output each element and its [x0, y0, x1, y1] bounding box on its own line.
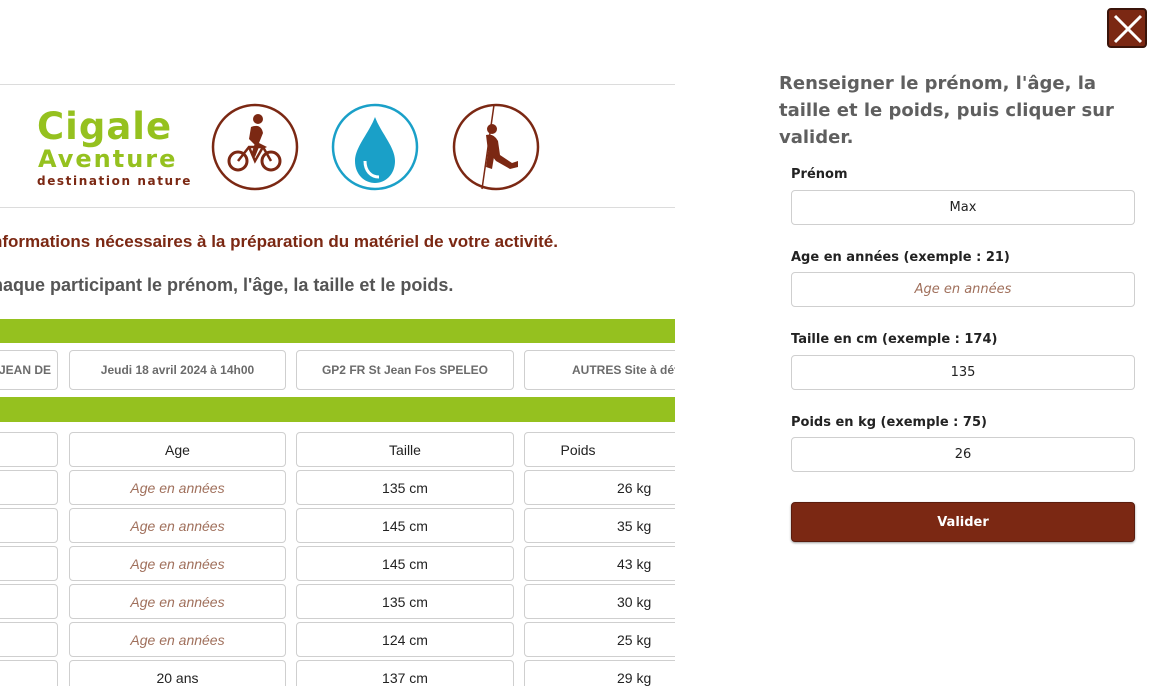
participant-age-cell[interactable]: 20 ans: [69, 660, 286, 686]
age-label: Age en années (exemple : 21): [791, 250, 1010, 265]
poids-input[interactable]: [791, 437, 1135, 472]
table-header-poids: Poids: [524, 432, 675, 467]
table-header-cell: [0, 432, 58, 467]
close-icon: [1113, 14, 1143, 44]
participant-poids-cell[interactable]: 35 kg: [524, 508, 675, 543]
divider: [0, 207, 675, 208]
participant-taille-cell[interactable]: 124 cm: [296, 622, 514, 657]
participant-name-cell[interactable]: [0, 470, 58, 505]
participant-taille-cell[interactable]: 145 cm: [296, 546, 514, 581]
section-bar: [0, 397, 675, 422]
section-bar: [0, 319, 675, 343]
participant-age-cell[interactable]: Age en années: [69, 546, 286, 581]
form-instructions: Renseigner le prénom, l'âge, la taille e…: [779, 73, 1114, 148]
participant-poids-cell[interactable]: 43 kg: [524, 546, 675, 581]
participants-page: Cigale Aventure destination nature nform…: [0, 0, 675, 686]
submit-button[interactable]: Valider: [791, 502, 1135, 542]
logo-name-line2: Aventure: [38, 145, 178, 173]
booking-date-cell: Jeudi 18 avril 2024 à 14h00: [69, 350, 286, 390]
participant-age-cell[interactable]: Age en années: [69, 470, 286, 505]
water-drop-icon: [331, 103, 419, 191]
participant-poids-cell[interactable]: 26 kg: [524, 470, 675, 505]
participant-taille-cell[interactable]: 145 cm: [296, 508, 514, 543]
participant-poids-cell[interactable]: 30 kg: [524, 584, 675, 619]
participant-taille-cell[interactable]: 137 cm: [296, 660, 514, 686]
booking-site-cell: AUTRES Site à défi: [524, 350, 675, 390]
poids-label: Poids en kg (exemple : 75): [791, 415, 987, 430]
cyclist-icon: [211, 103, 299, 191]
participant-poids-cell[interactable]: 29 kg: [524, 660, 675, 686]
info-title: nformations nécessaires à la préparation…: [0, 232, 558, 251]
divider: [0, 84, 675, 85]
logo-tagline: destination nature: [37, 174, 192, 188]
participant-name-cell[interactable]: [0, 660, 58, 686]
booking-name-cell: JEAN DE: [0, 350, 58, 390]
participant-name-cell[interactable]: [0, 584, 58, 619]
taille-label: Taille en cm (exemple : 174): [791, 332, 998, 347]
participant-poids-cell[interactable]: 25 kg: [524, 622, 675, 657]
table-header-taille: Taille: [296, 432, 514, 467]
prenom-input[interactable]: [791, 190, 1135, 225]
participant-age-cell[interactable]: Age en années: [69, 508, 286, 543]
info-subtitle: haque participant le prénom, l'âge, la t…: [0, 275, 454, 295]
participant-taille-cell[interactable]: 135 cm: [296, 470, 514, 505]
booking-product-cell: GP2 FR St Jean Fos SPELEO: [296, 350, 514, 390]
taille-input[interactable]: [791, 355, 1135, 390]
participant-name-cell[interactable]: [0, 546, 58, 581]
participant-name-cell[interactable]: [0, 622, 58, 657]
age-input[interactable]: [791, 272, 1135, 307]
logo-name-line1: Cigale: [37, 105, 173, 148]
table-header-age: Age: [69, 432, 286, 467]
prenom-label: Prénom: [791, 167, 848, 182]
close-button[interactable]: [1107, 8, 1147, 48]
participant-name-cell[interactable]: [0, 508, 58, 543]
participant-age-cell[interactable]: Age en années: [69, 622, 286, 657]
participant-taille-cell[interactable]: 135 cm: [296, 584, 514, 619]
climber-icon: [452, 103, 540, 191]
participant-age-cell[interactable]: Age en années: [69, 584, 286, 619]
